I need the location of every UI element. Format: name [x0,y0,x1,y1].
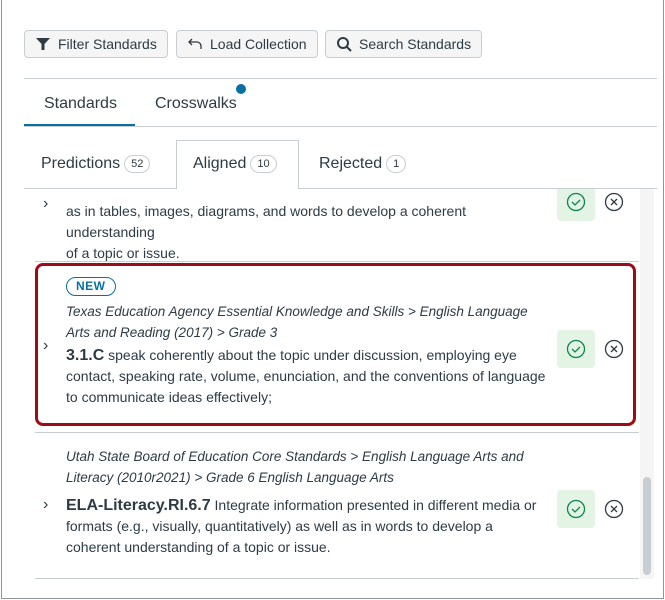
standard-description: ELA-Literacy.RI.6.7 Integrate informatio… [66,497,537,555]
filter-standards-button[interactable]: Filter Standards [24,30,168,58]
subtab-rejected[interactable]: Rejected 1 [319,155,407,173]
list-item: NEW Texas Education Agency Essential Kno… [35,263,639,433]
divider [24,78,657,79]
standard-description: 3.1.C speak coherently about the topic u… [66,347,546,405]
count-badge: 52 [124,155,151,173]
accept-check-button[interactable] [557,490,595,528]
chevron-right-icon[interactable]: › [43,193,48,214]
chevron-right-icon[interactable]: › [43,494,48,515]
subtab-label: Aligned [193,155,247,172]
check-circle-icon [566,192,586,212]
accept-check-button[interactable] [557,330,595,368]
list-item: Utah State Board of Education Core Stand… [35,434,639,578]
standard-code: 3.1.C [66,347,105,364]
notification-dot [236,84,246,94]
standard-description: as in tables, images, diagrams, and word… [66,203,467,261]
standard-source: Texas Education Agency Essential Knowled… [66,304,528,340]
list-item: › as in tables, images, diagrams, and wo… [35,189,639,262]
search-label: Search Standards [359,36,472,52]
standard-source: Utah State Board of Education Core Stand… [66,449,524,485]
search-standards-button[interactable]: Search Standards [325,30,483,58]
tab-crosswalks[interactable]: Crosswalks [155,95,237,113]
chevron-right-icon[interactable]: › [43,335,48,356]
divider [24,126,657,127]
search-icon [337,37,352,52]
subtab-predictions[interactable]: Predictions 52 [41,155,151,173]
scrollbar-thumb[interactable] [643,477,651,575]
new-badge: NEW [66,277,116,296]
filter-icon [36,38,50,50]
subtab-label: Rejected [319,155,383,172]
standard-code: ELA-Literacy.RI.6.7 [66,497,211,514]
load-label: Load Collection [210,36,307,52]
accept-check-button[interactable] [557,189,595,221]
x-circle-icon [604,499,624,519]
subtab-label: Predictions [41,155,121,172]
undo-arrow-icon [188,38,202,49]
subtab-aligned[interactable]: Aligned 10 [193,155,277,173]
count-badge: 1 [386,155,407,173]
load-collection-button[interactable]: Load Collection [176,30,318,58]
tab-standards[interactable]: Standards [44,95,117,113]
reject-button[interactable] [604,192,624,212]
filter-label: Filter Standards [58,36,157,52]
check-circle-icon [566,499,586,519]
reject-button[interactable] [604,499,624,519]
count-badge: 10 [250,155,277,173]
x-circle-icon [604,339,624,359]
standards-list: › as in tables, images, diagrams, and wo… [35,189,639,579]
reject-button[interactable] [604,339,624,359]
x-circle-icon [604,192,624,212]
check-circle-icon [566,339,586,359]
